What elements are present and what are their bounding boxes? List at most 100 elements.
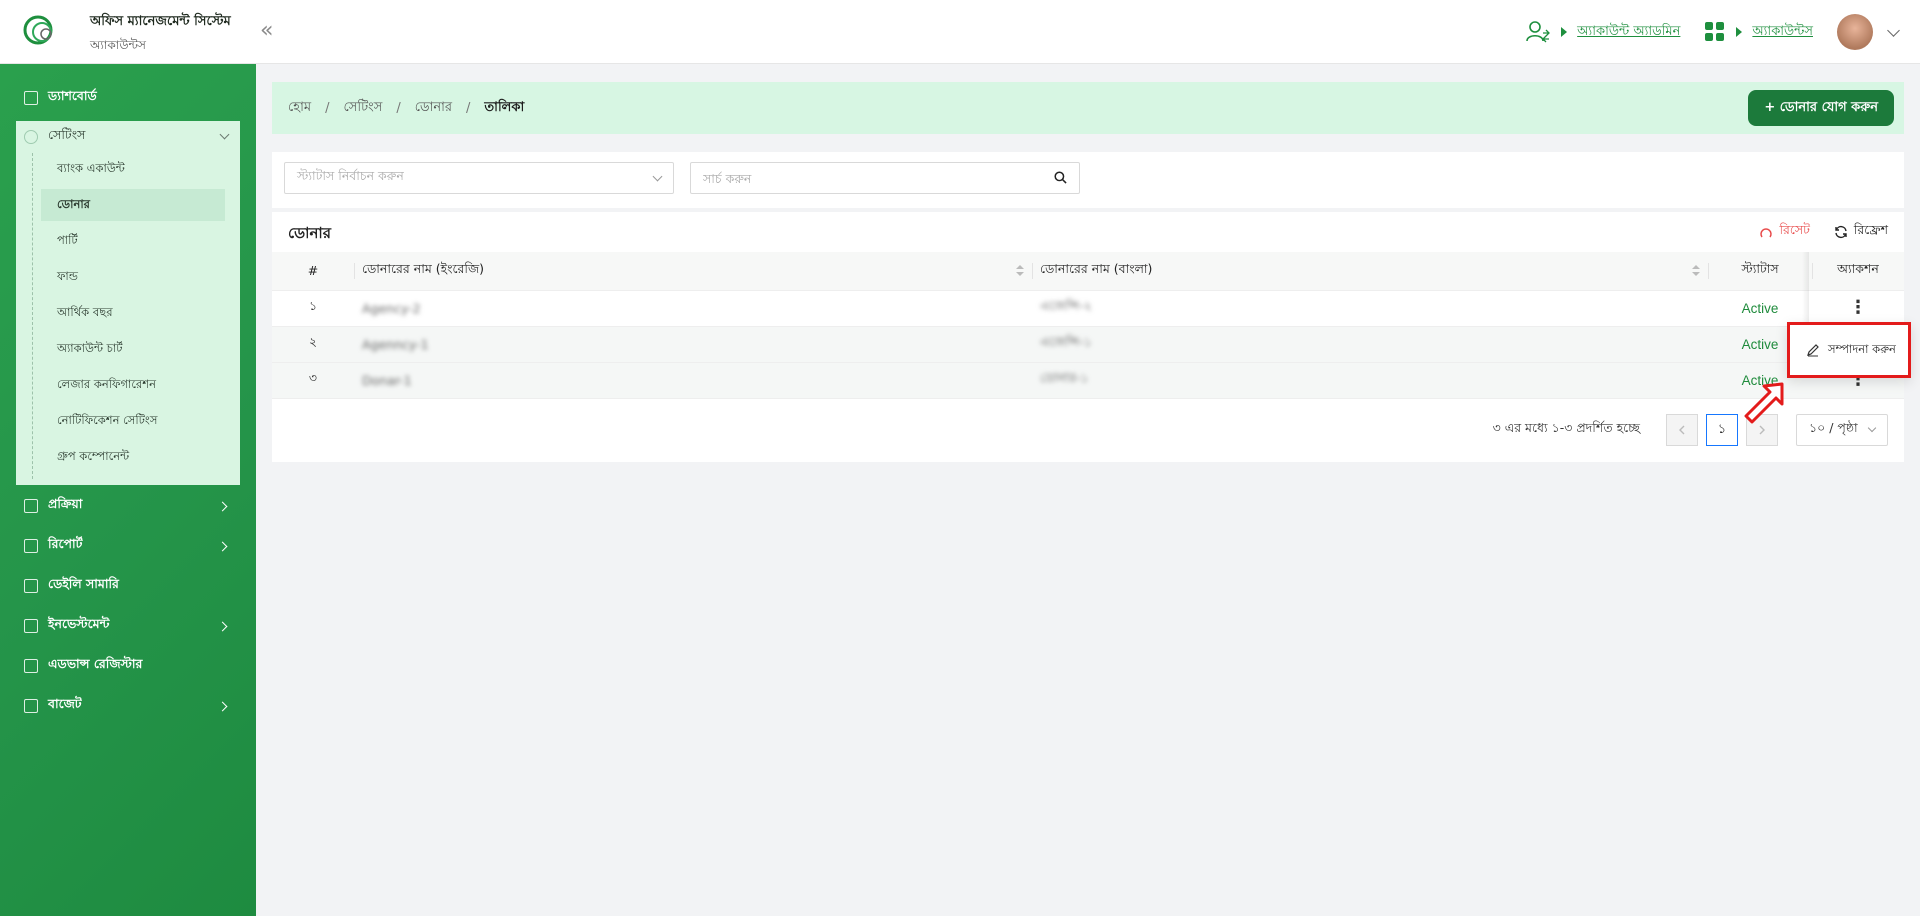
sidebar-subitem-account-chart[interactable]: অ্যাকাউন্ট চার্ট xyxy=(41,333,225,365)
table-row: ২ Agenncy-1 এজেন্সি-১ Active ⋮ xyxy=(272,326,1904,363)
col-header-name-bn[interactable]: ডোনারের নাম (বাংলা) xyxy=(1032,252,1708,291)
filter-card: স্ট্যাটাস নির্বাচন করুন xyxy=(272,152,1904,208)
register-icon xyxy=(24,659,38,673)
sidebar-item-daily-summary[interactable]: ডেইলি সামারি xyxy=(16,570,240,602)
status-select-placeholder: স্ট্যাটাস নির্বাচন করুন xyxy=(297,168,404,183)
breadcrumb-separator: / xyxy=(325,100,330,116)
caret-right-icon xyxy=(1736,27,1743,37)
cell-name-en: Agenncy-1 xyxy=(362,336,429,352)
refresh-button[interactable]: রিফ্রেশ xyxy=(1834,222,1888,242)
cell-name-bn: এজেন্সি-১ xyxy=(1040,334,1092,349)
account-admin-link[interactable]: অ্যাকাউন্ট অ্যাডমিন xyxy=(1577,22,1680,43)
chevron-down-icon[interactable] xyxy=(1887,23,1900,37)
donor-table-card: ডোনার রিসেট রিফ্রেশ # ডোনারের নাম (ইংরেজ… xyxy=(272,212,1904,462)
chevron-right-icon xyxy=(217,621,228,631)
breadcrumb-donor[interactable]: ডোনার xyxy=(415,98,452,119)
chevron-right-icon xyxy=(217,501,228,511)
sidebar-item-label: ডেইলি সামারি xyxy=(48,576,119,591)
col-header-label: ডোনারের নাম (ইংরেজি) xyxy=(362,260,485,276)
reset-button[interactable]: রিসেট xyxy=(1759,222,1810,242)
page-number-button[interactable]: ১ xyxy=(1706,414,1738,446)
top-header: অফিস ম্যানেজমেন্ট সিস্টেম অ্যাকাউন্টস « … xyxy=(0,0,1920,64)
chevron-left-icon xyxy=(1679,425,1685,435)
pagination: ৩ এর মধ্যে ১-৩ প্রদর্শিত হচ্ছে ১ ১০ / পৃ… xyxy=(1493,414,1888,446)
add-donor-button[interactable]: + ডোনার যোগ করুন xyxy=(1748,90,1894,126)
sidebar-subitem-ledger-config[interactable]: লেজার কনফিগারেশন xyxy=(41,369,225,401)
cell-number: ২ xyxy=(272,326,354,363)
edit-menu-label: সম্পাদনা করুন xyxy=(1828,341,1896,356)
sidebar-subitem-fund[interactable]: ফান্ড xyxy=(41,261,225,293)
annotation-arrow-icon xyxy=(1744,382,1784,424)
breadcrumb-settings[interactable]: সেটিংস xyxy=(343,98,382,119)
chevron-down-icon xyxy=(1867,423,1877,433)
app-title: অফিস ম্যানেজমেন্ট সিস্টেম xyxy=(90,14,231,29)
prev-page-button[interactable] xyxy=(1666,414,1698,446)
search-input[interactable] xyxy=(691,163,1031,193)
sidebar-item-advance-register[interactable]: এডভান্স রেজিস্টার xyxy=(16,650,240,682)
cell-number: ৩ xyxy=(272,362,354,399)
accounts-module-link[interactable]: অ্যাকাউন্টস xyxy=(1752,22,1813,43)
tree-line xyxy=(32,153,33,479)
avatar[interactable] xyxy=(1837,14,1873,50)
status-badge: Active xyxy=(1741,336,1779,352)
sidebar-item-settings[interactable]: সেটিংস xyxy=(16,121,240,153)
report-icon xyxy=(24,539,38,553)
edit-menu-item[interactable]: সম্পাদনা করুন xyxy=(1787,322,1911,378)
search-icon[interactable] xyxy=(1054,171,1067,184)
sidebar-subitem-party[interactable]: পার্টি xyxy=(41,225,225,257)
apps-grid-icon xyxy=(1705,22,1725,41)
edit-icon xyxy=(1807,344,1819,357)
refresh-label: রিফ্রেশ xyxy=(1853,222,1888,237)
process-icon xyxy=(24,499,38,513)
cell-name-en: Agency-2 xyxy=(362,300,421,316)
header-right: অ্যাকাউন্ট অ্যাডমিন অ্যাকাউন্টস xyxy=(1525,14,1900,50)
budget-icon xyxy=(24,699,38,713)
kebab-menu-icon[interactable]: ⋮ xyxy=(1849,299,1867,317)
breadcrumb-list: তালিকা xyxy=(484,99,525,115)
table-row: ৩ Donar-1 ডোনার-১ Active ⋮ xyxy=(272,362,1904,399)
sidebar-subitem-notification-settings[interactable]: নোটিফিকেশন সেটিংস xyxy=(41,405,225,437)
chevron-right-icon xyxy=(217,541,228,551)
sidebar-item-report[interactable]: রিপোর্ট xyxy=(16,530,240,562)
refresh-icon xyxy=(1835,225,1847,239)
search-box xyxy=(690,162,1080,194)
chevron-right-icon xyxy=(217,701,228,711)
pagination-summary: ৩ এর মধ্যে ১-৩ প্রদর্শিত হচ্ছে xyxy=(1492,420,1640,435)
sidebar-subitem-fiscal-year[interactable]: আর্থিক বছর xyxy=(41,297,225,329)
sidebar-item-label: সেটিংস xyxy=(48,127,86,142)
cell-name-en: Donar-1 xyxy=(362,372,412,388)
donor-table: # ডোনারের নাম (ইংরেজি) ডোনারের নাম (বাংল… xyxy=(272,252,1904,399)
sidebar-item-budget[interactable]: বাজেট xyxy=(16,690,240,722)
sidebar-subitem-group-component[interactable]: গ্রুপ কম্পোনেন্ট xyxy=(41,441,225,473)
status-badge: Active xyxy=(1741,300,1779,316)
caret-right-icon xyxy=(1561,27,1568,37)
reset-label: রিসেট xyxy=(1779,222,1810,237)
col-header-number: # xyxy=(272,252,354,291)
brand: অফিস ম্যানেজমেন্ট সিস্টেম অ্যাকাউন্টস xyxy=(90,12,231,57)
chevron-down-icon xyxy=(652,171,663,182)
cell-name-bn: এজেন্সি-২ xyxy=(1040,298,1092,313)
sidebar-item-label: ইনভেস্টমেন্ট xyxy=(48,616,110,631)
sidebar-settings-group: সেটিংস ব্যাংক একাউন্ট ডোনার পার্টি ফান্ড… xyxy=(16,121,240,485)
table-title: ডোনার xyxy=(288,224,332,242)
sort-icon[interactable] xyxy=(1016,265,1024,277)
col-header-name-en[interactable]: ডোনারের নাম (ইংরেজি) xyxy=(354,252,1032,291)
status-select[interactable]: স্ট্যাটাস নির্বাচন করুন xyxy=(284,162,674,194)
chevron-down-icon xyxy=(219,129,230,140)
sidebar-item-label: প্রক্রিয়া xyxy=(48,496,83,511)
sidebar-subitem-bank-account[interactable]: ব্যাংক একাউন্ট xyxy=(41,153,225,185)
gear-icon xyxy=(24,130,38,144)
sidebar-item-label: রিপোর্ট xyxy=(48,536,83,551)
page-size-select[interactable]: ১০ / পৃষ্ঠা xyxy=(1796,414,1888,446)
double-chevron-left-icon[interactable]: « xyxy=(260,18,273,43)
sidebar-subitem-donor[interactable]: ডোনার xyxy=(41,189,225,221)
sidebar-item-process[interactable]: প্রক্রিয়া xyxy=(16,490,240,522)
breadcrumb-home[interactable]: হোম xyxy=(288,98,311,119)
sidebar-item-dashboard[interactable]: ড্যাশবোর্ড xyxy=(16,82,240,114)
investment-icon xyxy=(24,619,38,633)
sort-icon[interactable] xyxy=(1692,265,1700,277)
breadcrumb-separator: / xyxy=(466,100,471,116)
sidebar-item-investment[interactable]: ইনভেস্টমেন্ট xyxy=(16,610,240,642)
table-row: ১ Agency-2 এজেন্সি-২ Active ⋮ xyxy=(272,290,1904,327)
sidebar: ড্যাশবোর্ড সেটিংস ব্যাংক একাউন্ট ডোনার প… xyxy=(0,64,256,916)
